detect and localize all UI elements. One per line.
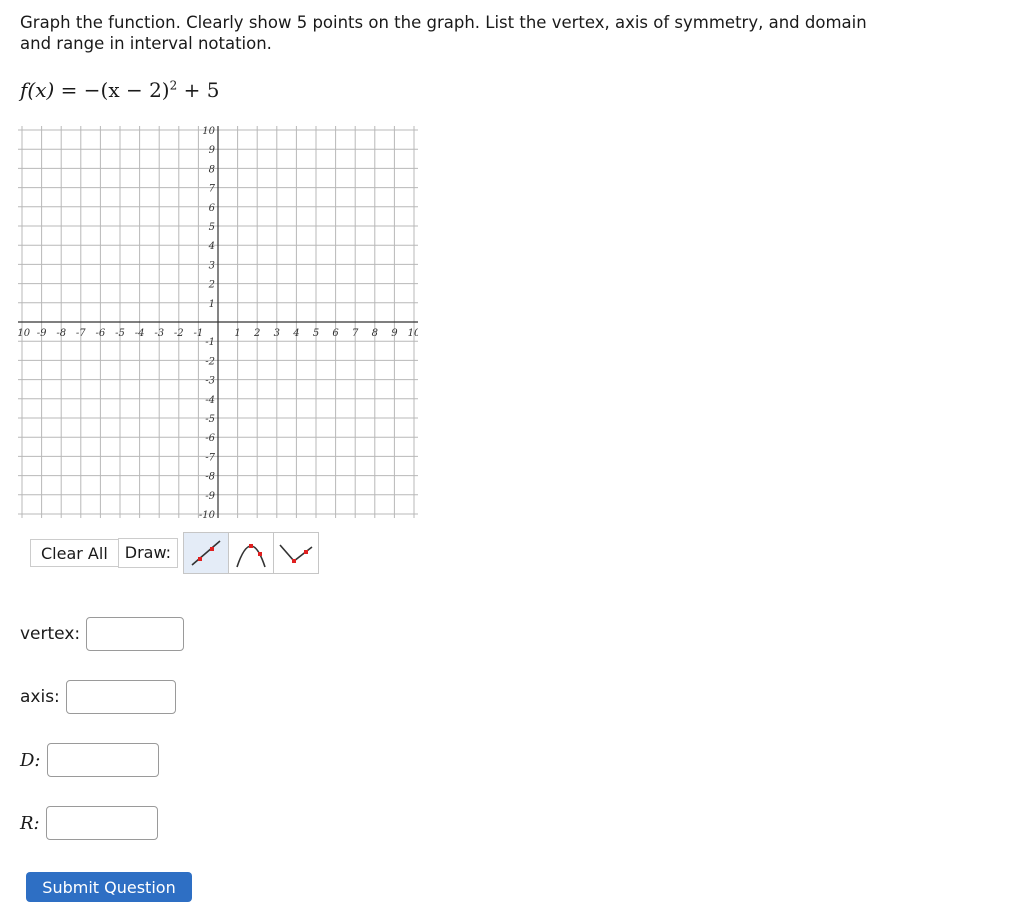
draw-toolbar: Clear All Draw:	[30, 530, 320, 576]
y-tick-label: -3	[205, 376, 215, 387]
y-tick-label: 4	[208, 241, 215, 252]
y-tick-label: -7	[205, 452, 215, 463]
y-tick-label: -6	[205, 433, 215, 444]
x-tick-label: 5	[313, 328, 319, 339]
y-tick-label: 8	[209, 164, 215, 175]
x-tick-label: -9	[37, 328, 47, 339]
y-tick-label: 7	[209, 184, 216, 195]
x-tick-label: 6	[332, 328, 339, 339]
x-tick-label: -2	[174, 328, 184, 339]
domain-row: D:	[20, 743, 159, 777]
domain-label: D:	[20, 749, 41, 771]
function-formula: f(x) = −(x − 2)2 + 5	[20, 78, 219, 102]
formula-lhs: f(x)	[20, 78, 55, 102]
x-tick-label: -10	[18, 328, 31, 339]
y-tick-label: -4	[205, 395, 215, 406]
y-tick-label: -5	[205, 414, 215, 425]
y-tick-label: -8	[205, 472, 215, 483]
range-label: R:	[20, 812, 40, 834]
x-tick-label: 3	[274, 328, 280, 339]
x-tick-label: 7	[352, 328, 359, 339]
y-tick-label: -2	[205, 356, 215, 367]
y-tick-label: 5	[209, 222, 215, 233]
axis-input[interactable]	[65, 680, 176, 714]
x-tick-label: 2	[253, 328, 260, 339]
x-tick-label: -6	[96, 328, 106, 339]
line-tool-button[interactable]	[183, 532, 230, 574]
question-text: Graph the function. Clearly show 5 point…	[20, 13, 867, 53]
y-tick-label: 3	[209, 260, 215, 271]
parabola-down-tool-icon	[236, 544, 266, 568]
x-tick-label: -1	[194, 328, 204, 339]
x-tick-label: 4	[292, 328, 299, 339]
line-tool-icon	[191, 540, 221, 566]
range-input[interactable]	[45, 806, 158, 840]
graph-canvas[interactable]: -10 -9 -8 -7 -6 -5 -4 -3 -2 -1 1 2 3 4 5 6 7 8 9 10 10 9 8 7 6 5 4…	[18, 124, 418, 520]
y-tick-label: 10	[202, 126, 215, 137]
vertex-row: vertex:	[20, 617, 185, 651]
vertex-input[interactable]	[86, 617, 185, 651]
x-tick-label: -3	[154, 328, 164, 339]
x-tick-label: 9	[391, 328, 398, 339]
formula-rhs-prefix: = −(x − 2)	[54, 78, 170, 102]
y-tick-label: -9	[205, 491, 215, 502]
x-tick-label: 10	[408, 328, 418, 339]
absolute-value-tool-icon	[279, 544, 313, 563]
domain-input[interactable]	[46, 743, 159, 777]
x-tick-label: -8	[56, 328, 66, 339]
range-row: R:	[20, 806, 158, 840]
vertex-label: vertex:	[20, 624, 81, 644]
y-tick-label: -10	[199, 510, 216, 520]
coordinate-grid[interactable]: -10 -9 -8 -7 -6 -5 -4 -3 -2 -1 1 2 3 4 5 6 7 8 9 10 10 9 8 7 6 5 4…	[18, 124, 418, 520]
axis-row: axis:	[20, 680, 176, 714]
parabola-tool-button[interactable]	[228, 532, 275, 574]
y-tick-label: 1	[209, 299, 215, 310]
x-tick-label: 1	[234, 328, 240, 339]
x-tick-label: -5	[115, 328, 125, 339]
absolute-value-tool-button[interactable]	[273, 532, 320, 574]
y-tick-label: 9	[209, 145, 216, 156]
y-tick-label: 2	[208, 280, 215, 291]
submit-question-button[interactable]: Submit Question	[26, 872, 192, 902]
y-tick-label: -1	[205, 337, 215, 348]
x-tick-label: -7	[76, 328, 86, 339]
clear-all-button[interactable]: Clear All	[30, 539, 118, 567]
axis-label: axis:	[20, 687, 60, 707]
draw-label: Draw:	[117, 538, 179, 568]
x-tick-label: 8	[372, 328, 378, 339]
y-tick-label: 6	[209, 203, 216, 214]
formula-rhs-suffix: + 5	[177, 78, 220, 102]
x-tick-label: -4	[135, 328, 145, 339]
